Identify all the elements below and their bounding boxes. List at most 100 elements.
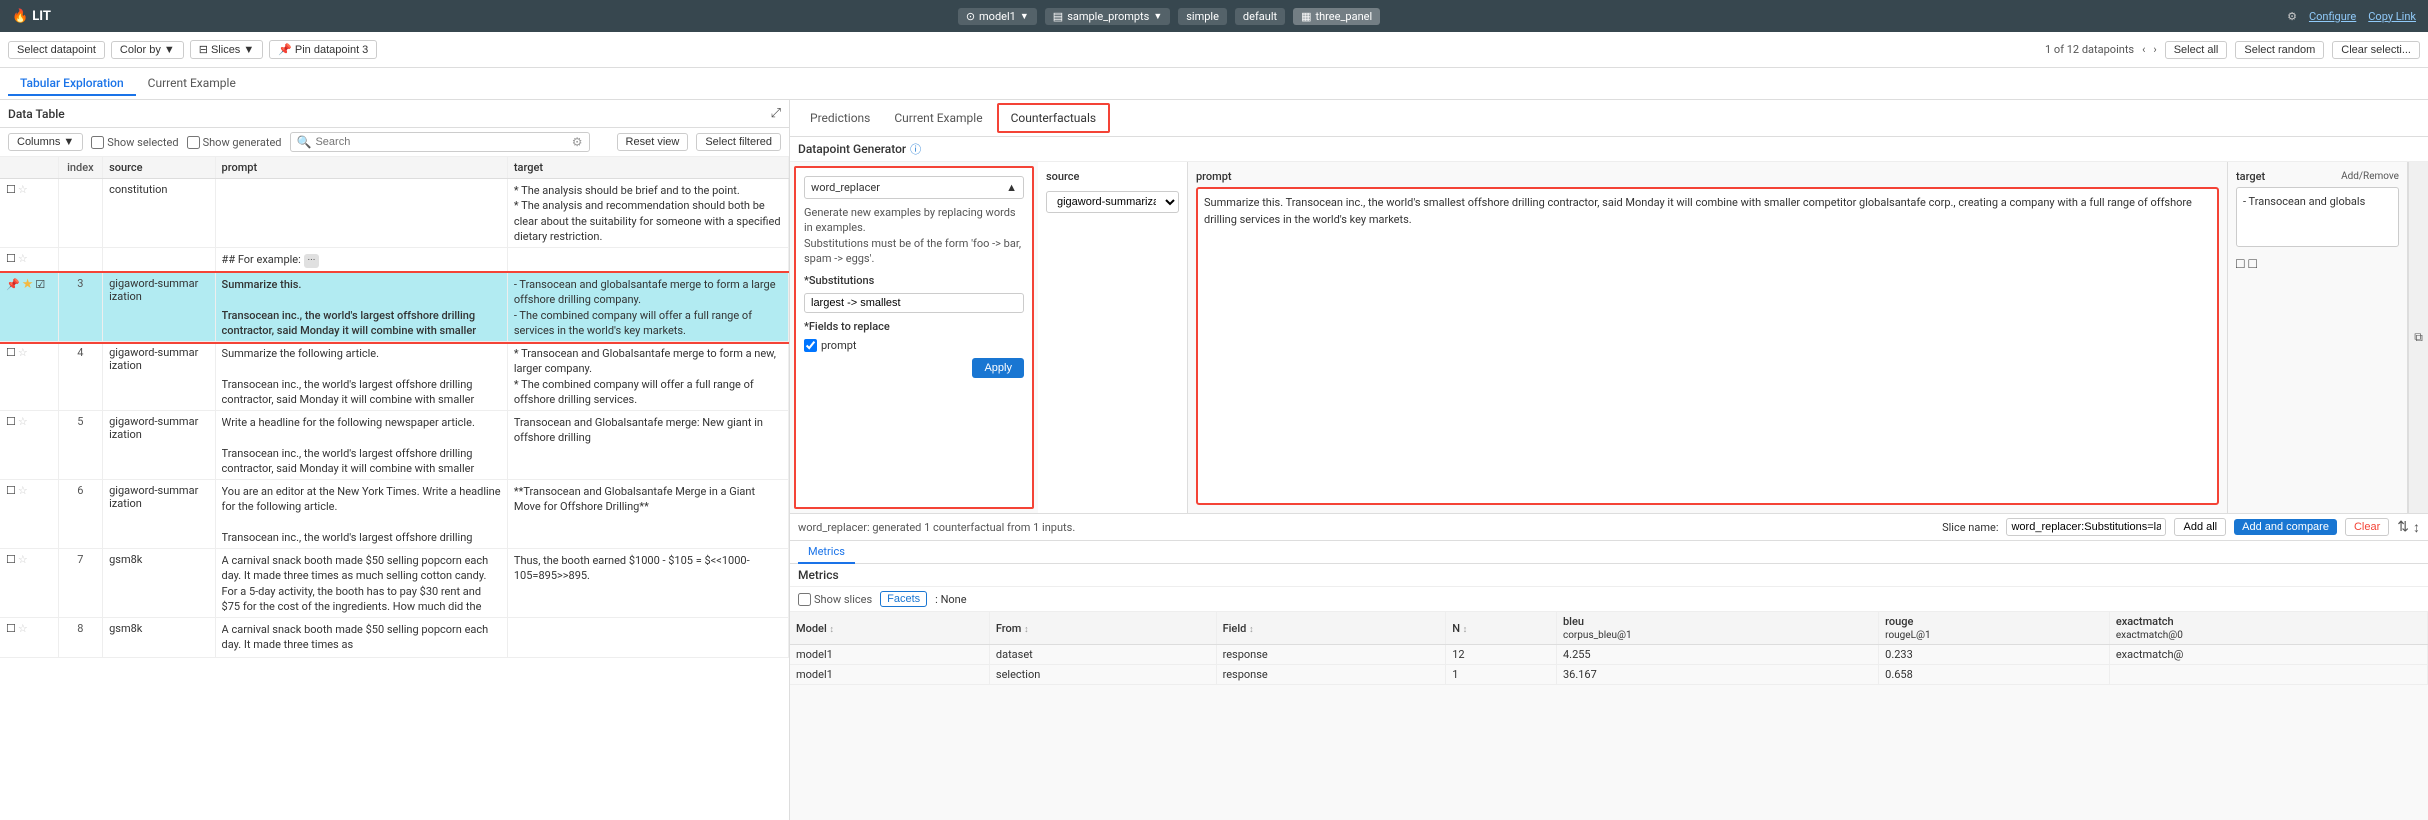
row-source: gigaword-summar ization: [103, 411, 215, 480]
apply-button[interactable]: Apply: [972, 358, 1024, 378]
select-filtered-button[interactable]: Select filtered: [696, 133, 781, 151]
checkbox-icon[interactable]: ☐: [6, 622, 16, 635]
cf-data-cols: prompt Summarize this. Transocean inc., …: [1188, 162, 2408, 513]
checkbox-icon[interactable]: ☐: [6, 484, 16, 497]
substitutions-input[interactable]: [804, 293, 1024, 313]
select-datapoint-button[interactable]: Select datapoint: [8, 41, 105, 59]
add-all-button[interactable]: Add all: [2174, 518, 2226, 536]
model-name: model1: [979, 10, 1016, 23]
row-prompt-text: ## For example: ···: [222, 252, 501, 268]
remove-row-icon[interactable]: □: [2248, 255, 2256, 272]
show-selected-checkbox[interactable]: [91, 136, 104, 149]
pin-icon: 📌: [278, 43, 292, 56]
row-icons: 📌 ★ ☑: [6, 277, 52, 292]
sort-icon[interactable]: ↕: [2413, 519, 2420, 536]
star-empty[interactable]: ☆: [18, 415, 28, 428]
tab-predictions[interactable]: Predictions: [798, 105, 882, 133]
checkbox-icon[interactable]: ☐: [6, 346, 16, 359]
metrics-field: response: [1216, 665, 1446, 685]
reset-view-button[interactable]: Reset view: [617, 133, 689, 151]
configure-link[interactable]: Configure: [2309, 10, 2356, 23]
prompt-checkbox[interactable]: [804, 339, 817, 352]
layout-default[interactable]: default: [1235, 8, 1285, 25]
tab-counterfactuals[interactable]: Counterfactuals: [997, 103, 1111, 133]
star-empty[interactable]: ☆: [18, 553, 28, 566]
show-slices-checkbox[interactable]: [798, 593, 811, 606]
star-empty[interactable]: ☆: [18, 484, 28, 497]
generator-section: word_replacer ▲ Generate new examples by…: [794, 166, 1034, 509]
fields-label: *Fields to replace: [804, 319, 1024, 333]
tab-current-example-right[interactable]: Current Example: [882, 105, 994, 133]
layout-icon: ▦: [1301, 10, 1311, 23]
copy-link[interactable]: Copy Link: [2368, 10, 2416, 23]
row-index: 8: [58, 618, 102, 658]
copy-icon[interactable]: ⧉: [2414, 330, 2423, 345]
substitutions-label: *Substitutions: [804, 273, 1024, 287]
nav-chevron-left[interactable]: ‹: [2142, 43, 2145, 56]
row-prompt-text: Summarize this.Transocean inc., the worl…: [222, 277, 501, 337]
cf-prompt-textarea[interactable]: Summarize this. Transocean inc., the wor…: [1196, 187, 2219, 505]
checkbox-icon[interactable]: ☐: [6, 415, 16, 428]
pin-datapoint-button[interactable]: 📌 Pin datapoint 3: [269, 40, 377, 59]
nav-chevron-right[interactable]: ›: [2153, 43, 2156, 56]
checkbox-checked[interactable]: ☑: [35, 278, 45, 291]
select-random-button[interactable]: Select random: [2235, 41, 2324, 59]
pin-icon[interactable]: 📌: [6, 278, 20, 291]
tab-tabular-exploration[interactable]: Tabular Exploration: [8, 72, 136, 96]
color-by-label: Color by: [120, 44, 161, 56]
slice-name-input[interactable]: [2006, 518, 2166, 536]
info-icon[interactable]: ⓘ: [910, 141, 921, 157]
expand-icon[interactable]: ⤢: [771, 106, 781, 121]
slices-button[interactable]: ⊟ Slices ▼: [190, 40, 263, 59]
clear-selection-button[interactable]: Clear selecti...: [2332, 41, 2420, 59]
layout-simple[interactable]: simple: [1178, 8, 1227, 25]
checkbox-icon[interactable]: ☐: [6, 183, 16, 196]
clear-button[interactable]: Clear: [2345, 518, 2389, 536]
row-icons: ☐ ☆: [6, 622, 52, 635]
show-generated-checkbox[interactable]: [187, 136, 200, 149]
star-filled[interactable]: ★: [22, 277, 34, 292]
model-selector[interactable]: ⊙ model1 ▼: [958, 8, 1037, 25]
table-controls: Columns ▼ Show selected Show generated 🔍…: [0, 128, 789, 157]
tab-current-example[interactable]: Current Example: [136, 72, 248, 96]
star-empty[interactable]: ☆: [18, 252, 28, 265]
dataset-chevron: ▼: [1153, 11, 1162, 22]
facets-button[interactable]: Facets: [880, 591, 927, 607]
configure-icon[interactable]: ⚙: [2287, 10, 2297, 23]
layout-three-panel[interactable]: ▦ three_panel: [1293, 8, 1380, 25]
data-table-header: Data Table ⤢: [0, 100, 789, 128]
star-empty[interactable]: ☆: [18, 346, 28, 359]
row-icons-cell: ☐ ☆: [0, 549, 58, 618]
source-select[interactable]: gigaword-summarization: [1046, 191, 1179, 213]
filter-icon[interactable]: ⇅: [2397, 519, 2409, 536]
metrics-tbody: model1 dataset response 12 4.255 0.233 e…: [790, 645, 2428, 685]
columns-button[interactable]: Columns ▼: [8, 133, 83, 151]
more-button[interactable]: ···: [304, 254, 320, 268]
add-compare-button[interactable]: Add and compare: [2234, 519, 2337, 535]
row-index: 4: [58, 342, 102, 411]
metrics-n: 12: [1446, 645, 1557, 665]
generator-description: Generate new examples by replacing words…: [804, 205, 1024, 267]
color-by-chevron: ▼: [164, 44, 175, 56]
second-bar-left: Select datapoint Color by ▼ ⊟ Slices ▼ 📌…: [8, 40, 377, 59]
star-empty[interactable]: ☆: [18, 622, 28, 635]
generator-select[interactable]: word_replacer ▲: [804, 176, 1024, 199]
select-all-button[interactable]: Select all: [2165, 41, 2228, 59]
dataset-selector[interactable]: ▤ sample_prompts ▼: [1045, 8, 1170, 25]
table-row-selected[interactable]: 📌 ★ ☑ 3 gigaword-summar ization Summariz…: [0, 273, 789, 342]
metrics-n: 1: [1446, 665, 1557, 685]
second-bar: Select datapoint Color by ▼ ⊟ Slices ▼ 📌…: [0, 32, 2428, 68]
checkbox-icon[interactable]: ☐: [6, 252, 16, 265]
top-bar-center: ⊙ model1 ▼ ▤ sample_prompts ▼ simple def…: [958, 8, 1380, 25]
cf-prompt-header: prompt: [1196, 170, 2219, 183]
metrics-tab[interactable]: Metrics: [798, 541, 855, 564]
metrics-data-table: Model ↕ From ↕ Field ↕ N ↕ bleucorpus_bl…: [790, 612, 2428, 685]
checkbox-icon[interactable]: ☐: [6, 553, 16, 566]
row-target-text: Transocean and Globalsantafe merge: New …: [514, 415, 782, 446]
search-settings-icon[interactable]: ⚙: [572, 135, 583, 149]
search-input[interactable]: [315, 136, 571, 148]
color-by-button[interactable]: Color by ▼: [111, 41, 184, 59]
row-target: * Transocean and Globalsantafe merge to …: [507, 342, 788, 411]
star-empty[interactable]: ☆: [18, 183, 28, 196]
add-row-icon[interactable]: □: [2236, 255, 2244, 272]
